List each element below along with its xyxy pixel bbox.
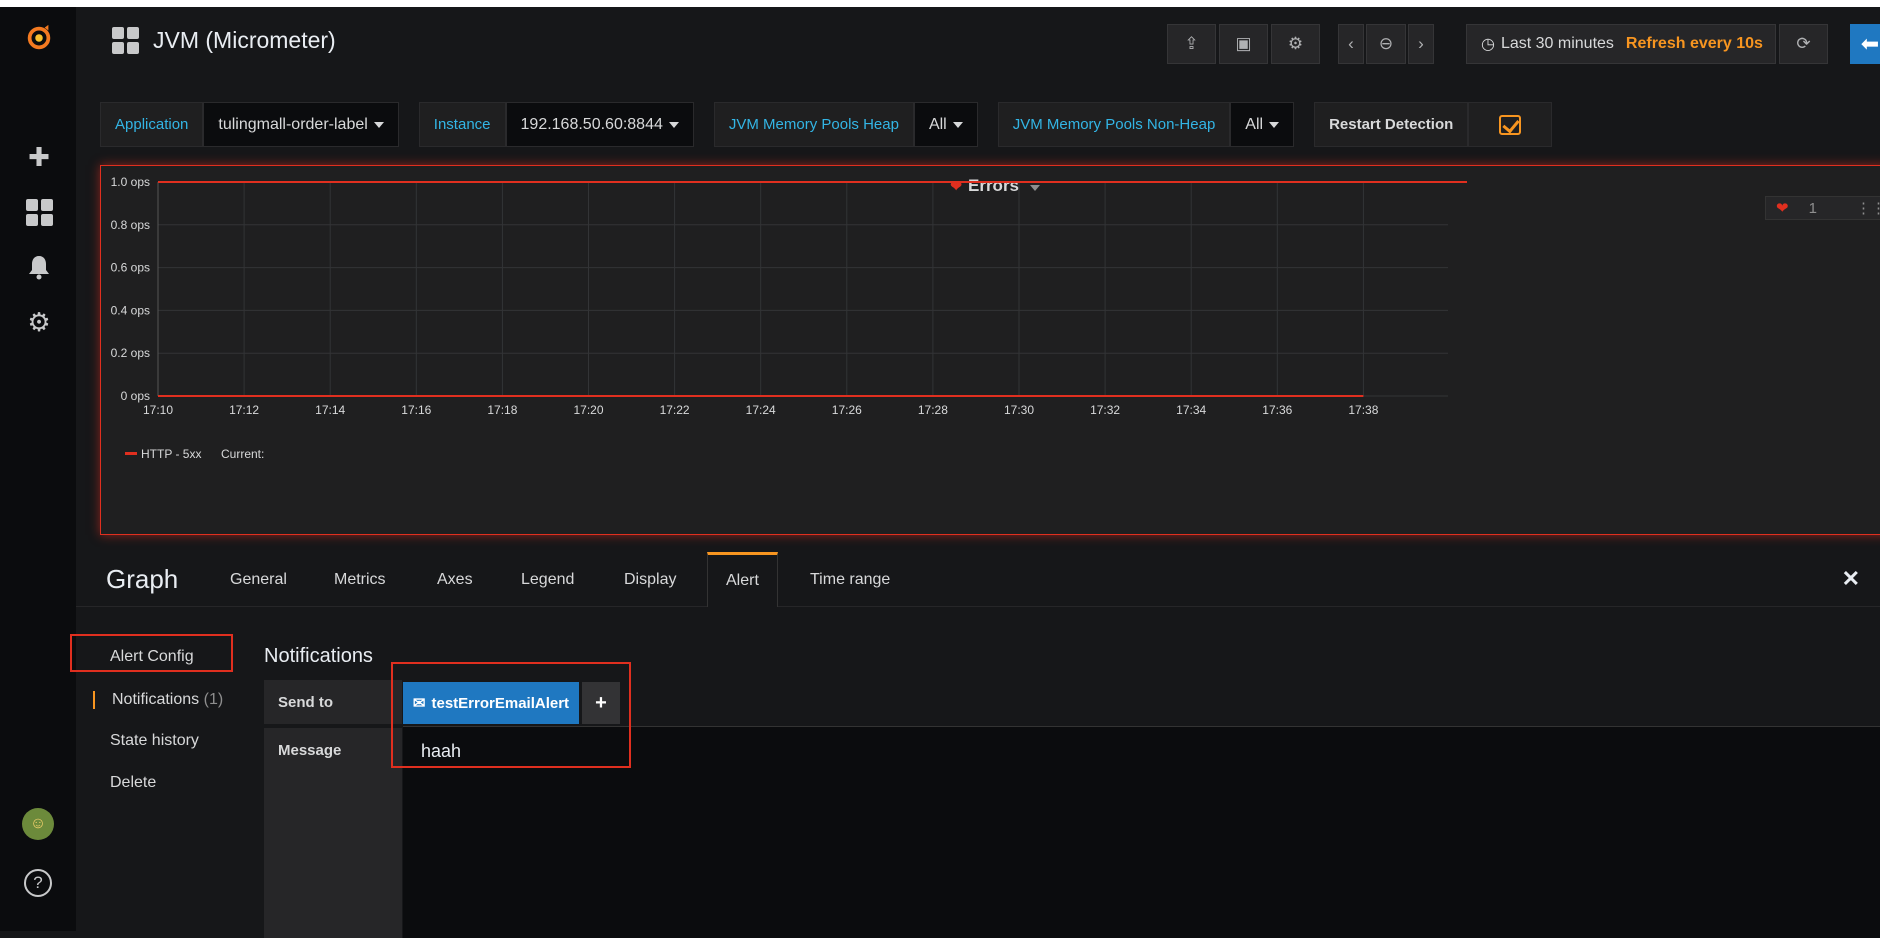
send-to-highlight-frame [391,662,631,768]
refresh-interval-label: Refresh every 10s [1625,35,1763,52]
tab-display[interactable]: Display [606,552,694,607]
send-to-label: Send to [264,680,402,724]
configuration-gear-icon[interactable]: ⚙ [24,307,54,337]
user-avatar[interactable]: ☺ [22,808,54,840]
x-tick-label: 17:36 [1262,403,1292,417]
x-tick-label: 17:22 [660,403,690,417]
share-icon[interactable]: ⇪ [1167,24,1216,64]
dashboard-navbar: JVM (Micrometer) ⇪ ▣ ⚙ ‹ ⊖ › ◷ Last 30 m… [76,7,1880,77]
x-tick-label: 17:20 [573,403,603,417]
y-tick-label: 0.2 ops [111,346,150,360]
x-tick-label: 17:26 [832,403,862,417]
restart-detection-checkbox[interactable] [1468,102,1553,147]
variable-label: Restart Detection [1314,102,1469,147]
tab-axes[interactable]: Axes [419,552,491,607]
notifications-section-title: Notifications [264,645,373,667]
variable-value: 192.168.50.60:8844 [520,115,663,133]
x-tick-label: 17:14 [315,403,345,417]
x-tick-label: 17:28 [918,403,948,417]
variable-application: Application tulingmall-order-label [100,102,399,147]
create-plus-icon[interactable]: ✚ [24,142,54,172]
nav-notifications-label: Notifications [112,691,200,708]
y-tick-label: 0.6 ops [111,261,150,275]
caret-down-icon [668,121,679,128]
settings-gear-icon[interactable]: ⚙ [1271,24,1320,64]
dashboard-title: JVM (Micrometer) [153,27,336,53]
alerting-bell-icon[interactable] [24,252,54,282]
x-tick-label: 17:34 [1176,403,1206,417]
variable-heap: JVM Memory Pools Heap All [713,102,978,147]
dashboard-title-button[interactable]: JVM (Micrometer) [112,27,336,54]
notifications-highlight-frame [70,634,233,672]
active-indicator [93,691,95,709]
variable-label: JVM Memory Pools Heap [713,102,914,147]
nav-notifications[interactable]: Notifications (1) [112,691,223,709]
tab-legend[interactable]: Legend [503,552,592,607]
legend-series-name: HTTP - 5xx [141,447,201,461]
x-tick-label: 17:38 [1348,403,1378,417]
x-tick-label: 17:12 [229,403,259,417]
tab-metrics[interactable]: Metrics [316,552,404,607]
variable-value: All [928,115,947,133]
nav-state-history[interactable]: State history [110,732,199,750]
variable-restart-detection: Restart Detection [1314,102,1553,147]
editor-header: Graph General Metrics Axes Legend Displa… [76,552,1880,607]
top-border [0,0,1880,7]
dashboards-icon[interactable] [24,197,54,227]
variable-select[interactable]: tulingmall-order-label [203,102,399,147]
variable-value: All [1245,115,1264,133]
nav-notifications-count: (1) [203,691,224,708]
variable-select[interactable]: 192.168.50.60:8844 [505,102,694,147]
errors-chart: 0 ops 0.2 ops 0.4 ops 0.6 ops 0.8 ops 1.0 ops… [111,175,1467,461]
variable-label: Instance [418,102,506,147]
time-forward-chevron-icon[interactable]: › [1408,24,1434,64]
time-back-chevron-icon[interactable]: ‹ [1338,24,1364,64]
y-tick-label: 0.8 ops [111,218,150,232]
close-editor-icon[interactable]: ✕ [1842,566,1860,592]
main-area: JVM (Micrometer) ⇪ ▣ ⚙ ‹ ⊖ › ◷ Last 30 m… [70,7,1880,938]
message-label: Message [264,728,402,938]
grafana-logo-icon[interactable] [24,22,54,52]
variable-select[interactable]: All [1230,102,1295,147]
back-to-dashboard-icon[interactable]: ⬅ [1850,24,1880,64]
editor-title: Graph [106,564,179,594]
tab-time-range[interactable]: Time range [792,552,908,607]
caret-down-icon [952,121,963,128]
legend-current-label: Current: [221,447,264,461]
x-tick-label: 17:24 [746,403,776,417]
zoom-out-icon[interactable]: ⊖ [1366,24,1406,64]
variable-select[interactable]: All [913,102,978,147]
x-tick-label: 17:32 [1090,403,1120,417]
y-tick-label: 1.0 ops [111,175,150,189]
variable-value: tulingmall-order-label [218,115,368,133]
variable-label: JVM Memory Pools Non-Heap [997,102,1231,147]
x-tick-label: 17:30 [1004,403,1034,417]
x-tick-label: 17:16 [401,403,431,417]
checkbox-checked-icon [1499,114,1522,135]
variable-nonheap: JVM Memory Pools Non-Heap All [997,102,1295,147]
time-picker[interactable]: ◷ Last 30 minutes Refresh every 10s [1466,24,1776,64]
caret-down-icon [373,121,384,128]
side-menu: ✚ ⚙ ☺ ? [0,7,76,931]
help-icon[interactable]: ? [24,869,52,897]
variable-instance: Instance 192.168.50.60:8844 [418,102,694,147]
x-tick-label: 17:10 [143,403,173,417]
nav-delete[interactable]: Delete [110,774,156,792]
tab-alert[interactable]: Alert [707,552,778,607]
legend-swatch [125,452,137,455]
tab-general[interactable]: General [212,552,305,607]
x-tick-label: 17:18 [487,403,517,417]
save-icon[interactable]: ▣ [1219,24,1268,64]
panel-editor: Graph General Metrics Axes Legend Displa… [70,552,1880,938]
y-tick-label: 0.4 ops [111,303,150,317]
template-variables: Application tulingmall-order-label Insta… [100,102,1553,147]
caret-down-icon [1269,121,1280,128]
refresh-icon[interactable]: ⟳ [1779,24,1828,64]
y-tick-label: 0 ops [121,389,150,403]
variable-label: Application [100,102,204,147]
dashboard-grid-icon [112,27,139,54]
errors-graph-panel: ❤ Errors ❤ 1 ⋮⋮ 0 ops 0.2 ops 0.4 ops 0.6 op… [100,165,1880,535]
time-range-label: Last 30 minutes [1500,35,1614,52]
clock-icon: ◷ [1481,36,1495,53]
